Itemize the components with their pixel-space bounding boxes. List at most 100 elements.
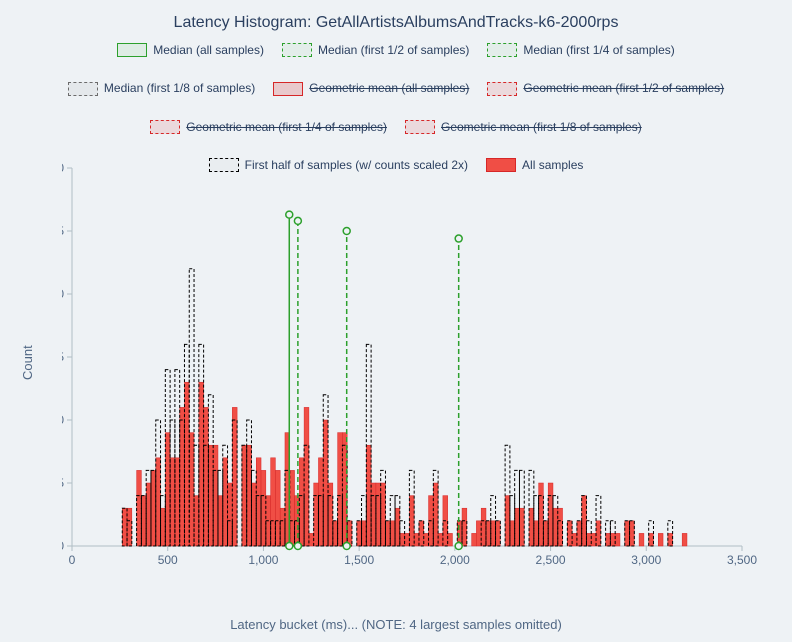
- bar-all[interactable]: [371, 483, 376, 546]
- bar-all[interactable]: [184, 382, 189, 546]
- bar-all[interactable]: [175, 458, 180, 546]
- bar-all[interactable]: [519, 508, 524, 546]
- bar-all[interactable]: [223, 458, 228, 546]
- bar-all[interactable]: [476, 521, 481, 546]
- median-marker[interactable]: [455, 235, 462, 242]
- bar-all[interactable]: [228, 483, 233, 546]
- bar-all[interactable]: [156, 458, 161, 546]
- legend-item[interactable]: Median (first 1/4 of samples): [487, 40, 674, 60]
- bar-all[interactable]: [141, 496, 146, 546]
- bar-all[interactable]: [232, 407, 237, 546]
- bar-all[interactable]: [333, 521, 338, 546]
- bar-all[interactable]: [438, 533, 443, 546]
- bar-all[interactable]: [610, 533, 615, 546]
- bar-all[interactable]: [606, 533, 611, 546]
- bar-all[interactable]: [204, 407, 209, 546]
- bar-all[interactable]: [251, 483, 256, 546]
- plot-area[interactable]: 05001,0001,5002,0002,5003,0003,500051015…: [62, 158, 760, 588]
- bar-all[interactable]: [539, 483, 544, 546]
- bar-all[interactable]: [424, 533, 429, 546]
- bar-all[interactable]: [658, 533, 663, 546]
- bar-all[interactable]: [486, 521, 491, 546]
- bar-all[interactable]: [338, 433, 343, 546]
- bar-all[interactable]: [304, 407, 309, 546]
- bar-all[interactable]: [553, 508, 558, 546]
- bar-all[interactable]: [275, 470, 280, 546]
- bar-all[interactable]: [582, 496, 587, 546]
- bar-all[interactable]: [529, 508, 534, 546]
- legend-item[interactable]: Geometric mean (all samples): [273, 78, 469, 98]
- bar-all[interactable]: [242, 445, 247, 546]
- bar-all[interactable]: [472, 533, 477, 546]
- bar-all[interactable]: [548, 483, 553, 546]
- bar-all[interactable]: [409, 496, 414, 546]
- bar-all[interactable]: [309, 533, 314, 546]
- bar-all[interactable]: [180, 407, 185, 546]
- bar-all[interactable]: [572, 533, 577, 546]
- bar-all[interactable]: [630, 521, 635, 546]
- bar-all[interactable]: [385, 521, 390, 546]
- bar-all[interactable]: [534, 521, 539, 546]
- bar-all[interactable]: [639, 533, 644, 546]
- bar-all[interactable]: [448, 533, 453, 546]
- bar-all[interactable]: [280, 508, 285, 546]
- bar-all[interactable]: [165, 433, 170, 546]
- legend-item[interactable]: Median (all samples): [117, 40, 264, 60]
- bar-all[interactable]: [189, 433, 194, 546]
- bar-all[interactable]: [591, 533, 596, 546]
- bar-all[interactable]: [127, 508, 132, 546]
- bar-all[interactable]: [586, 533, 591, 546]
- legend-item[interactable]: Geometric mean (first 1/8 of samples): [405, 117, 642, 137]
- bar-all[interactable]: [376, 483, 381, 546]
- bar-all[interactable]: [362, 521, 367, 546]
- bar-all[interactable]: [247, 445, 252, 546]
- bar-all[interactable]: [146, 483, 151, 546]
- bar-all[interactable]: [433, 483, 438, 546]
- bar-all[interactable]: [161, 508, 166, 546]
- bar-all[interactable]: [328, 483, 333, 546]
- bar-all[interactable]: [208, 445, 213, 546]
- bar-all[interactable]: [395, 508, 400, 546]
- median-marker[interactable]: [343, 228, 350, 235]
- bar-all[interactable]: [567, 521, 572, 546]
- legend-item[interactable]: Median (first 1/8 of samples): [68, 78, 255, 98]
- bar-all[interactable]: [323, 420, 328, 546]
- bar-all[interactable]: [649, 533, 654, 546]
- bar-all[interactable]: [170, 458, 175, 546]
- bar-all[interactable]: [122, 508, 127, 546]
- bar-all[interactable]: [357, 521, 362, 546]
- bar-all[interactable]: [419, 521, 424, 546]
- bar-all[interactable]: [299, 458, 304, 546]
- bar-all[interactable]: [194, 496, 199, 546]
- bar-all[interactable]: [366, 445, 371, 546]
- bar-all[interactable]: [414, 533, 419, 546]
- bar-all[interactable]: [496, 521, 501, 546]
- bar-all[interactable]: [481, 508, 486, 546]
- bar-all[interactable]: [558, 508, 563, 546]
- bar-all[interactable]: [596, 521, 601, 546]
- legend-item[interactable]: Geometric mean (first 1/4 of samples): [150, 117, 387, 137]
- bar-all[interactable]: [625, 521, 630, 546]
- bar-all[interactable]: [314, 483, 319, 546]
- legend-item[interactable]: Median (first 1/2 of samples): [282, 40, 469, 60]
- bar-all[interactable]: [543, 521, 548, 546]
- bar-all[interactable]: [151, 470, 156, 546]
- bar-all[interactable]: [510, 521, 515, 546]
- bar-all[interactable]: [256, 458, 261, 546]
- bar-all[interactable]: [491, 521, 496, 546]
- median-marker[interactable]: [286, 211, 293, 218]
- bar-all[interactable]: [381, 483, 386, 546]
- bar-all[interactable]: [400, 533, 405, 546]
- bar-all[interactable]: [390, 521, 395, 546]
- bar-all[interactable]: [682, 533, 687, 546]
- bar-all[interactable]: [271, 458, 276, 546]
- bar-all[interactable]: [137, 470, 142, 546]
- bar-all[interactable]: [515, 508, 520, 546]
- median-marker[interactable]: [294, 217, 301, 224]
- bar-all[interactable]: [462, 508, 467, 546]
- bar-all[interactable]: [615, 533, 620, 546]
- bar-all[interactable]: [668, 533, 673, 546]
- bar-all[interactable]: [218, 496, 223, 546]
- bar-all[interactable]: [505, 496, 510, 546]
- bar-all[interactable]: [213, 445, 218, 546]
